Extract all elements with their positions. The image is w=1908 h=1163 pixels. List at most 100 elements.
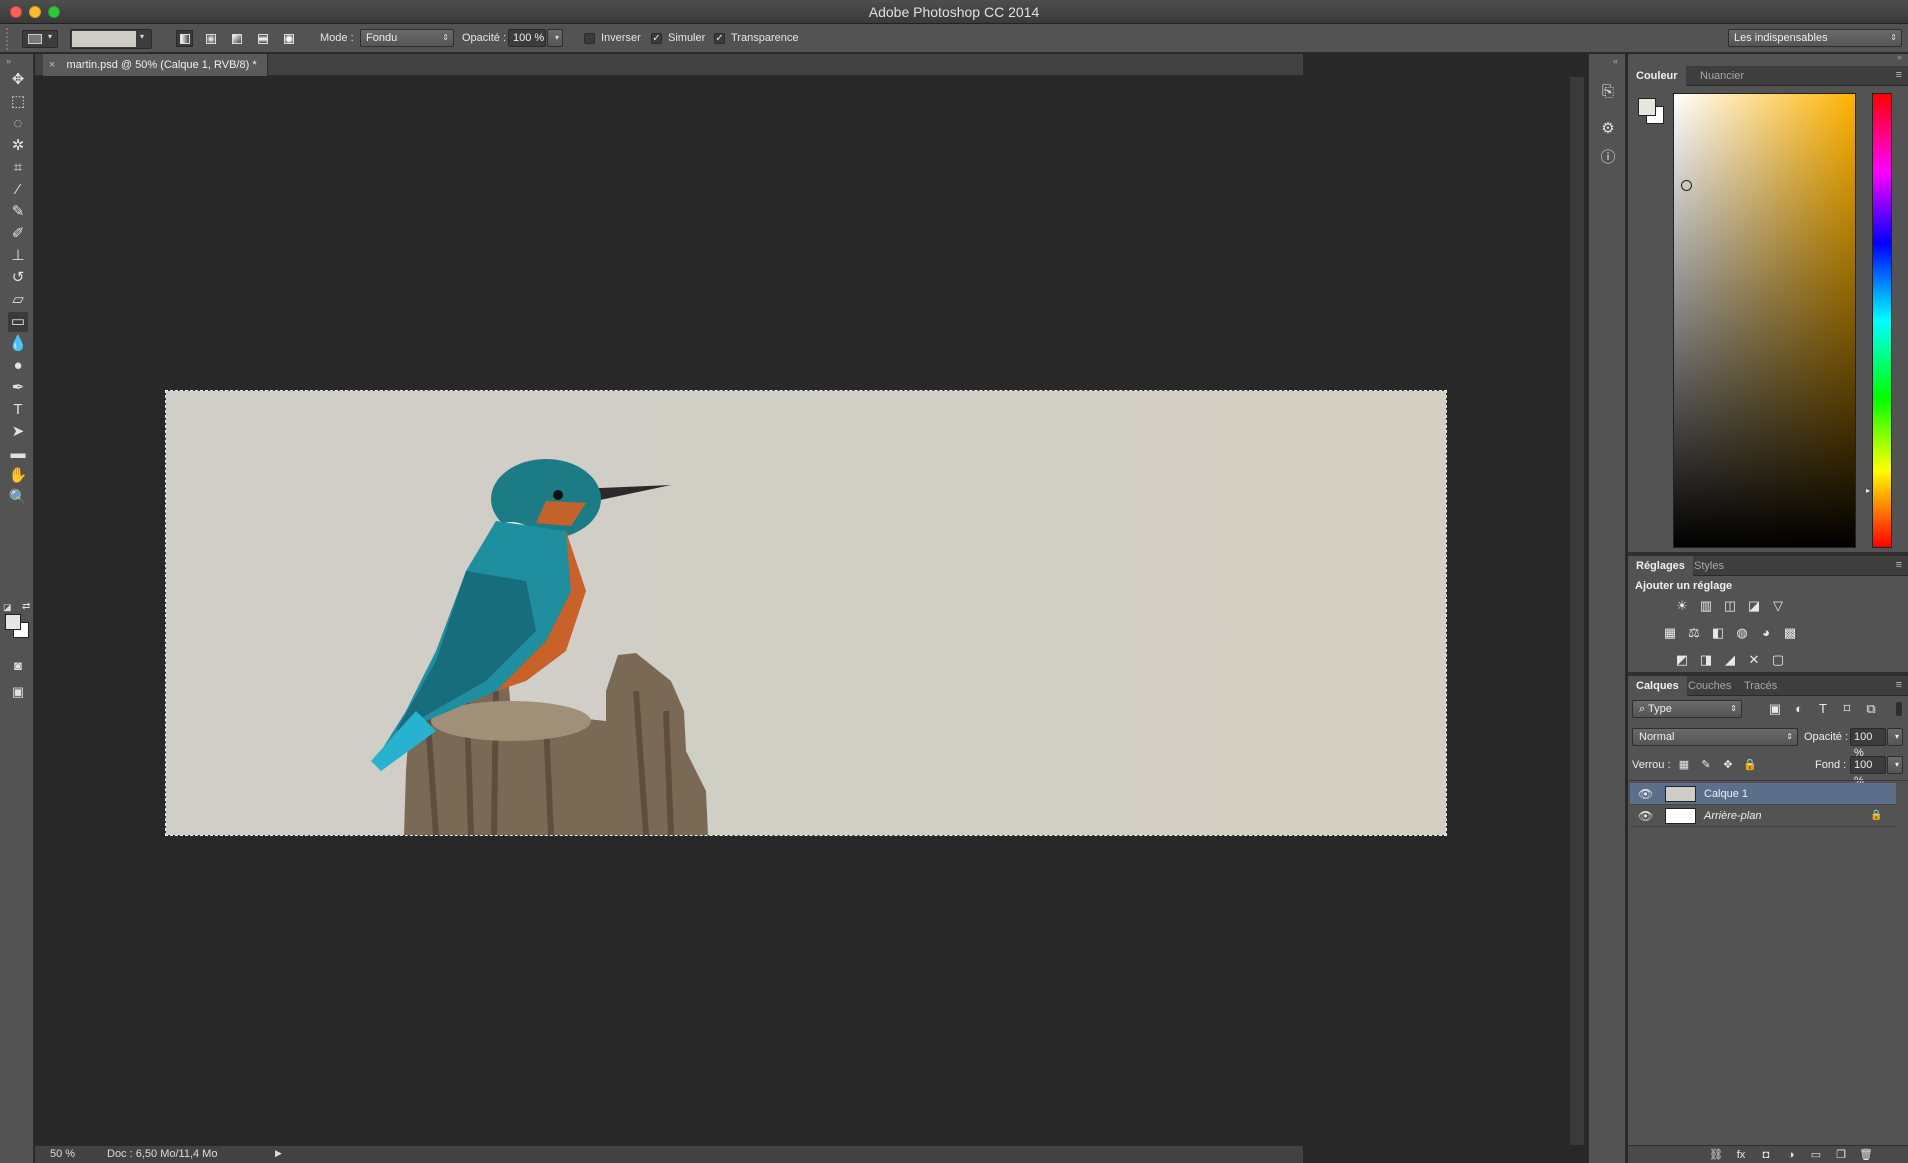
layer-name[interactable]: Arrière-plan <box>1704 805 1761 827</box>
grip-handle[interactable] <box>6 28 14 50</box>
delete-layer-icon[interactable]: 🗑 <box>1858 1147 1874 1163</box>
type-tool-icon[interactable]: T <box>8 400 28 420</box>
tab-adjustments[interactable]: Réglages <box>1628 556 1693 576</box>
mode-select[interactable]: Fondu ⇕ <box>360 29 454 47</box>
panel-menu-icon[interactable]: ≡ <box>1896 559 1902 571</box>
opacity-input[interactable]: 100 % <box>508 29 546 47</box>
filter-toggle-switch[interactable] <box>1896 702 1902 716</box>
dither-checkbox[interactable]: ✓ <box>651 33 662 44</box>
adjustment-row1-3-icon[interactable]: ◪ <box>1746 598 1762 614</box>
reflected-gradient-button[interactable] <box>254 30 271 47</box>
transparency-checkbox[interactable]: ✓ <box>714 33 725 44</box>
visibility-eye-icon[interactable]: 👁 <box>1638 805 1653 827</box>
gradient-tool-icon[interactable]: ▭ <box>8 312 28 332</box>
healing-brush-tool-icon[interactable]: ✎ <box>8 202 28 222</box>
move-tool-icon[interactable]: ✥ <box>8 70 28 90</box>
layer-name[interactable]: Calque 1 <box>1704 783 1748 805</box>
add-mask-icon[interactable]: ◘ <box>1758 1147 1774 1163</box>
lock-all-icon[interactable]: 🔒 <box>1742 757 1758 773</box>
adjustment-row1-4-icon[interactable]: ▽ <box>1770 598 1786 614</box>
adjustment-row3-4-icon[interactable]: ▢ <box>1770 652 1786 668</box>
lock-transparency-icon[interactable]: ▦ <box>1676 757 1692 773</box>
tab-paths[interactable]: Tracés <box>1736 676 1785 696</box>
shape-tool-icon[interactable]: ▬ <box>8 444 28 464</box>
fill-input[interactable]: 100 % <box>1850 756 1886 787</box>
adjustment-row2-3-icon[interactable]: ◍ <box>1734 625 1750 641</box>
fill-slider-button[interactable]: ▾ <box>1887 756 1903 774</box>
crop-tool-icon[interactable]: ⌗ <box>8 158 28 178</box>
tab-styles[interactable]: Styles <box>1686 556 1732 576</box>
color-foreground-swatch[interactable] <box>1638 98 1656 116</box>
shape-filter-icon[interactable]: ⌑ <box>1839 701 1855 717</box>
window-zoom-button[interactable] <box>48 6 60 18</box>
dodge-tool-icon[interactable]: ● <box>8 356 28 376</box>
window-close-button[interactable] <box>10 6 22 18</box>
magic-wand-tool-icon[interactable]: ✲ <box>8 136 28 156</box>
adjustment-filter-icon[interactable]: ◐ <box>1791 701 1807 717</box>
properties-panel-icon[interactable]: ⚙ <box>1598 119 1618 139</box>
document-tab[interactable]: × martin.psd @ 50% (Calque 1, RVB/8) * <box>43 54 268 76</box>
brush-tool-icon[interactable]: ✐ <box>8 224 28 244</box>
adjustment-row2-2-icon[interactable]: ◧ <box>1710 625 1726 641</box>
reverse-checkbox[interactable] <box>584 33 595 44</box>
status-menu-arrow-icon[interactable]: ▶ <box>275 1148 282 1159</box>
tab-channels[interactable]: Couches <box>1680 676 1739 696</box>
info-panel-icon[interactable]: ⓘ <box>1598 148 1618 168</box>
type-filter-icon[interactable]: T <box>1815 701 1831 717</box>
new-layer-icon[interactable]: ❐ <box>1833 1147 1849 1163</box>
angle-gradient-button[interactable] <box>228 30 245 47</box>
path-selection-tool-icon[interactable]: ➤ <box>8 422 28 442</box>
window-minimize-button[interactable] <box>29 6 41 18</box>
opacity-slider-button[interactable]: ▾ <box>547 29 563 47</box>
linear-gradient-button[interactable] <box>176 30 193 47</box>
layer-opacity-slider-button[interactable]: ▾ <box>1887 728 1903 746</box>
expand-double-arrow-icon[interactable]: » <box>1897 52 1902 62</box>
close-tab-icon[interactable]: × <box>49 59 55 71</box>
new-group-icon[interactable]: ▭ <box>1808 1147 1824 1163</box>
link-layers-icon[interactable]: ⛓ <box>1708 1147 1724 1163</box>
document-canvas[interactable] <box>165 390 1447 836</box>
marquee-tool-icon[interactable]: ⬚ <box>8 92 28 112</box>
adjustment-row2-1-icon[interactable]: ⚖ <box>1686 625 1702 641</box>
collapse-double-arrow-icon[interactable]: » <box>6 56 11 66</box>
workspace-select[interactable]: Les indispensables ⇕ <box>1728 29 1902 47</box>
visibility-eye-icon[interactable]: 👁 <box>1638 783 1653 805</box>
lasso-tool-icon[interactable]: ◌ <box>8 114 28 134</box>
history-panel-icon[interactable]: ⎘ <box>1598 82 1618 102</box>
adjustment-row3-1-icon[interactable]: ◨ <box>1698 652 1714 668</box>
pixel-filter-icon[interactable]: ▣ <box>1767 701 1783 717</box>
adjustment-row3-2-icon[interactable]: ◢ <box>1722 652 1738 668</box>
color-picker-cursor[interactable] <box>1681 180 1692 191</box>
adjustment-row2-4-icon[interactable]: ◕ <box>1758 625 1774 641</box>
adjustment-row3-0-icon[interactable]: ◩ <box>1674 652 1690 668</box>
hand-tool-icon[interactable]: ✋ <box>8 466 28 486</box>
adjustment-row2-5-icon[interactable]: ▩ <box>1782 625 1798 641</box>
swap-colors-icon[interactable]: ⇄ <box>22 601 30 612</box>
gradient-picker[interactable]: ▾ <box>70 29 152 49</box>
smart-object-filter-icon[interactable]: ⧉ <box>1863 701 1879 717</box>
layer-opacity-input[interactable]: 100 % <box>1850 728 1886 759</box>
eraser-tool-icon[interactable]: ▱ <box>8 290 28 310</box>
tab-layers[interactable]: Calques <box>1628 676 1687 696</box>
hue-slider[interactable] <box>1872 93 1892 548</box>
stamp-tool-icon[interactable]: ⊥ <box>8 246 28 266</box>
adjustment-row1-1-icon[interactable]: ▥ <box>1698 598 1714 614</box>
history-brush-tool-icon[interactable]: ↺ <box>8 268 28 288</box>
layer-row-calque-1[interactable]: 👁 Calque 1 <box>1630 783 1896 805</box>
adjustment-row2-0-icon[interactable]: ▦ <box>1662 625 1678 641</box>
adjustment-row1-0-icon[interactable]: ☀ <box>1674 598 1690 614</box>
hue-slider-marker-icon[interactable]: ▸ <box>1866 486 1870 495</box>
screen-mode-icon[interactable]: ▣ <box>8 682 28 702</box>
blend-mode-select[interactable]: Normal ⇕ <box>1632 728 1798 746</box>
lock-pixels-icon[interactable]: ✎ <box>1698 757 1714 773</box>
pen-tool-icon[interactable]: ✒ <box>8 378 28 398</box>
eyedropper-tool-icon[interactable]: ⁄ <box>8 180 28 200</box>
blur-tool-icon[interactable]: 💧 <box>8 334 28 354</box>
diamond-gradient-button[interactable] <box>280 30 297 47</box>
new-adjustment-icon[interactable]: ◑ <box>1783 1147 1799 1163</box>
adjustment-row1-2-icon[interactable]: ◫ <box>1722 598 1738 614</box>
zoom-level[interactable]: 50 % <box>50 1148 75 1160</box>
panel-menu-icon[interactable]: ≡ <box>1896 679 1902 691</box>
radial-gradient-button[interactable] <box>202 30 219 47</box>
panel-menu-icon[interactable]: ≡ <box>1896 69 1902 81</box>
